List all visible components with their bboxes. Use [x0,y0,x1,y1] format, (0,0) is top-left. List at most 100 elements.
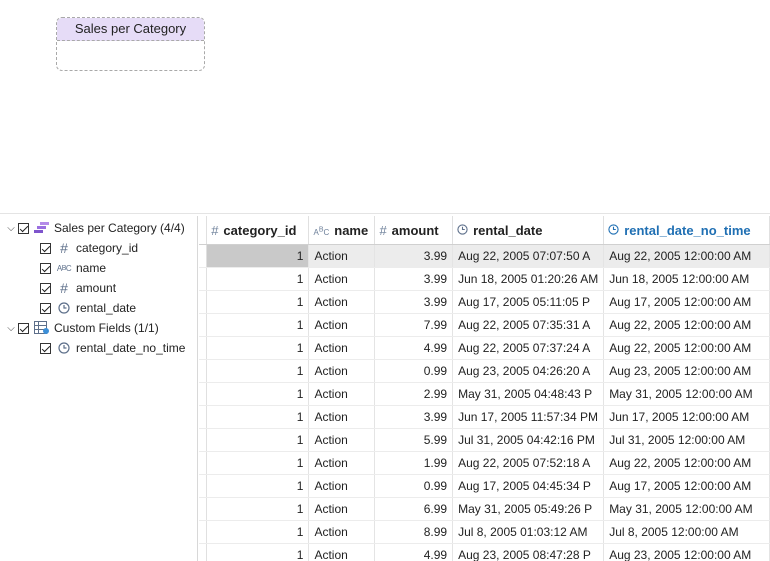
cell-rental-date[interactable]: Aug 22, 2005 07:37:24 A [452,336,605,360]
table-row[interactable]: 1 Action 4.99 Aug 23, 2005 08:47:28 P Aug 23… [199,543,770,561]
cell-amount[interactable]: 5.99 [374,428,454,452]
cell-rental-date-no-time[interactable]: Aug 22, 2005 12:00:00 AM [603,451,770,475]
cell-rental-date-no-time[interactable]: May 31, 2005 12:00:00 AM [603,497,770,521]
cell-category-id[interactable]: 1 [206,497,310,521]
cell-amount[interactable]: 4.99 [374,336,454,360]
cell-amount[interactable]: 7.99 [374,313,454,337]
cell-amount[interactable]: 6.99 [374,497,454,521]
table-row[interactable]: 1 Action 3.99 Jun 17, 2005 11:57:34 PM Jun 1… [199,405,770,429]
column-header-category-id[interactable]: # category_id [206,216,310,245]
row-gutter[interactable] [199,336,208,360]
cell-rental-date[interactable]: Aug 22, 2005 07:07:50 A [452,244,605,268]
row-gutter[interactable] [199,543,208,561]
cell-category-id[interactable]: 1 [206,451,310,475]
cell-category-id[interactable]: 1 [206,474,310,498]
cell-rental-date-no-time[interactable]: Aug 23, 2005 12:00:00 AM [603,359,770,383]
checkbox[interactable] [40,262,51,274]
cell-rental-date-no-time[interactable]: Jul 31, 2005 12:00:00 AM [603,428,770,452]
cell-category-id[interactable]: 1 [206,405,310,429]
cell-category-id[interactable]: 1 [206,267,310,291]
tree-field-name[interactable]: ABC name [40,258,106,278]
cell-category-id[interactable]: 1 [206,543,310,561]
cell-rental-date-no-time[interactable]: Aug 17, 2005 12:00:00 AM [603,290,770,314]
tree-node-sales-per-category[interactable]: ⌵ Sales per Category (4/4) [4,218,185,238]
cell-rental-date[interactable]: Jun 17, 2005 11:57:34 PM [452,405,605,429]
chevron-down-icon[interactable]: ⌵ [4,323,18,334]
cell-amount[interactable]: 0.99 [374,359,454,383]
row-gutter[interactable] [199,405,208,429]
table-row[interactable]: 1 Action 8.99 Jul 8, 2005 01:03:12 AM Jul 8,… [199,520,770,544]
cell-name[interactable]: Action [308,405,376,429]
cell-rental-date-no-time[interactable]: Jun 17, 2005 12:00:00 AM [603,405,770,429]
column-header-rental-date[interactable]: rental_date [452,216,605,245]
row-gutter[interactable] [199,474,208,498]
table-row[interactable]: 1 Action 3.99 Aug 22, 2005 07:07:50 A Aug 22… [199,244,770,268]
column-header-amount[interactable]: # amount [374,216,454,245]
tree-field-rental-date-no-time[interactable]: rental_date_no_time [40,338,185,358]
cell-rental-date-no-time[interactable]: Aug 22, 2005 12:00:00 AM [603,244,770,268]
cell-amount[interactable]: 1.99 [374,451,454,475]
cell-rental-date[interactable]: Jul 31, 2005 04:42:16 PM [452,428,605,452]
cell-category-id[interactable]: 1 [206,336,310,360]
table-row[interactable]: 1 Action 0.99 Aug 17, 2005 04:45:34 P Aug 17… [199,474,770,498]
cell-amount[interactable]: 3.99 [374,290,454,314]
cell-category-id[interactable]: 1 [206,244,310,268]
cell-name[interactable]: Action [308,497,376,521]
checkbox[interactable] [40,342,51,354]
cell-category-id[interactable]: 1 [206,290,310,314]
cell-amount[interactable]: 3.99 [374,244,454,268]
cell-rental-date-no-time[interactable]: Aug 23, 2005 12:00:00 AM [603,543,770,561]
tree-field-amount[interactable]: # amount [40,278,116,298]
entity-box-sales-per-category[interactable]: Sales per Category [56,17,205,71]
cell-rental-date[interactable]: Aug 22, 2005 07:35:31 A [452,313,605,337]
cell-category-id[interactable]: 1 [206,428,310,452]
cell-amount[interactable]: 0.99 [374,474,454,498]
cell-amount[interactable]: 2.99 [374,382,454,406]
cell-amount[interactable]: 3.99 [374,405,454,429]
cell-rental-date[interactable]: Aug 17, 2005 05:11:05 P [452,290,605,314]
cell-amount[interactable]: 4.99 [374,543,454,561]
row-gutter[interactable] [199,267,208,291]
table-row[interactable]: 1 Action 0.99 Aug 23, 2005 04:26:20 A Aug 23… [199,359,770,383]
checkbox[interactable] [18,322,29,334]
table-row[interactable]: 1 Action 4.99 Aug 22, 2005 07:37:24 A Aug 22… [199,336,770,360]
cell-name[interactable]: Action [308,313,376,337]
row-gutter[interactable] [199,520,208,544]
column-header-name[interactable]: ABC name [308,216,376,245]
cell-rental-date[interactable]: Aug 22, 2005 07:52:18 A [452,451,605,475]
cell-amount[interactable]: 8.99 [374,520,454,544]
cell-rental-date-no-time[interactable]: Aug 17, 2005 12:00:00 AM [603,474,770,498]
row-gutter[interactable] [199,290,208,314]
table-row[interactable]: 1 Action 7.99 Aug 22, 2005 07:35:31 A Aug 22… [199,313,770,337]
cell-name[interactable]: Action [308,520,376,544]
cell-rental-date[interactable]: Aug 23, 2005 04:26:20 A [452,359,605,383]
diagram-canvas[interactable]: Sales per Category [0,0,770,213]
cell-name[interactable]: Action [308,474,376,498]
row-gutter[interactable] [199,451,208,475]
cell-name[interactable]: Action [308,267,376,291]
entity-title[interactable]: Sales per Category [57,18,204,41]
table-row[interactable]: 1 Action 1.99 Aug 22, 2005 07:52:18 A Aug 22… [199,451,770,475]
cell-name[interactable]: Action [308,382,376,406]
checkbox[interactable] [40,282,51,294]
cell-category-id[interactable]: 1 [206,313,310,337]
row-gutter[interactable] [199,428,208,452]
tree-field-category-id[interactable]: # category_id [40,238,138,258]
checkbox[interactable] [40,302,51,314]
cell-name[interactable]: Action [308,543,376,561]
table-row[interactable]: 1 Action 3.99 Aug 17, 2005 05:11:05 P Aug 17… [199,290,770,314]
row-gutter[interactable] [199,497,208,521]
vertical-splitter[interactable] [197,216,198,561]
cell-amount[interactable]: 3.99 [374,267,454,291]
cell-rental-date-no-time[interactable]: Jun 18, 2005 12:00:00 AM [603,267,770,291]
tree-field-rental-date[interactable]: rental_date [40,298,136,318]
cell-category-id[interactable]: 1 [206,520,310,544]
cell-name[interactable]: Action [308,290,376,314]
table-row[interactable]: 1 Action 2.99 May 31, 2005 04:48:43 P May 31… [199,382,770,406]
cell-rental-date[interactable]: May 31, 2005 04:48:43 P [452,382,605,406]
cell-rental-date[interactable]: Aug 17, 2005 04:45:34 P [452,474,605,498]
tree-node-custom-fields[interactable]: ⌵ Custom Fields (1/1) [4,318,159,338]
cell-rental-date-no-time[interactable]: Aug 22, 2005 12:00:00 AM [603,313,770,337]
checkbox[interactable] [40,242,51,254]
cell-name[interactable]: Action [308,451,376,475]
